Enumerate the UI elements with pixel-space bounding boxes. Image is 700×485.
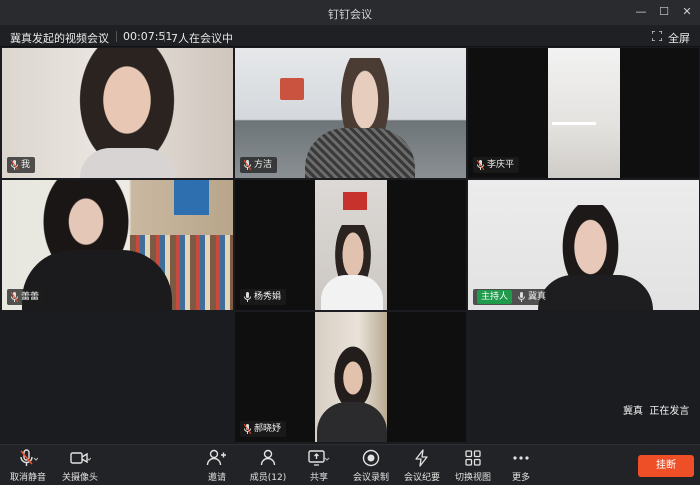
participant-name: 杨秀娟: [254, 292, 282, 302]
invite-button[interactable]: 邀请: [204, 449, 230, 483]
participant-count: 7人在会议中: [171, 32, 233, 45]
record-icon: [362, 449, 380, 467]
meeting-title[interactable]: 冀真发起的视频会议: [10, 30, 109, 46]
record-button[interactable]: 会议录制: [351, 449, 391, 483]
mic-muted-icon: [244, 160, 251, 170]
speaker-name: 冀真: [623, 406, 643, 417]
participant-video: [538, 275, 653, 310]
close-icon[interactable]: ✕: [678, 4, 696, 20]
meeting-info-bar: 冀真发起的视频会议 ⌄ 00:07:51 7人在会议中 全屏: [0, 25, 700, 47]
background-object: [343, 192, 367, 210]
host-badge: 主持人: [477, 290, 513, 304]
name-tag: 杨秀娟: [240, 289, 287, 305]
members-label: 成员(12): [249, 473, 287, 483]
meeting-toolbar: 取消静音 关摄像头 邀请 成员(12) 共享 会议录制 会议纪要 切换视图 更多…: [0, 444, 700, 485]
switch-view-label: 切换视图: [454, 473, 491, 483]
fullscreen-button[interactable]: 全屏: [668, 30, 690, 46]
participant-video: [548, 48, 620, 178]
participant-name: 李庆平: [487, 160, 515, 170]
switch-view-button[interactable]: 切换视图: [453, 449, 493, 483]
name-tag: 我: [7, 157, 36, 173]
participant-video: [305, 128, 415, 178]
mic-muted-icon: [477, 160, 484, 170]
participant-name: 冀真: [528, 292, 547, 302]
name-tag: 蕾蕾: [7, 289, 45, 305]
more-label: 更多: [511, 473, 530, 483]
window-title: 钉钉会议: [328, 8, 372, 21]
participant-video: [321, 275, 383, 310]
video-tile-leilei[interactable]: 蕾蕾: [2, 180, 233, 310]
video-tile-me[interactable]: 我: [2, 48, 233, 178]
video-tile-liqingping[interactable]: 李庆平: [468, 48, 699, 178]
speaking-indicator: 冀真 正在发言: [623, 402, 689, 417]
title-bar: 钉钉会议 — ☐ ✕: [0, 0, 700, 25]
camera-off-button[interactable]: 关摄像头: [58, 449, 102, 483]
participant-name: 方洁: [254, 160, 273, 170]
participant-name: 蕾蕾: [21, 292, 40, 302]
name-tag: 主持人 冀真: [473, 289, 552, 305]
mic-muted-icon: [20, 449, 38, 466]
name-tag: 郝晓妤: [240, 421, 287, 437]
background-object: [174, 180, 209, 215]
mic-icon: [518, 292, 526, 302]
divider: [116, 31, 117, 42]
minimize-icon[interactable]: —: [632, 4, 650, 20]
video-tile-yangxiujuan[interactable]: 杨秀娟: [235, 180, 466, 310]
unmute-button[interactable]: 取消静音: [8, 449, 48, 483]
grid-view-icon: [465, 450, 481, 466]
lightning-icon: [415, 449, 428, 467]
participant-name: 郝晓妤: [254, 424, 282, 434]
invite-label: 邀请: [207, 473, 226, 483]
background-object: [280, 78, 304, 100]
name-tag: 方洁: [240, 157, 278, 173]
fullscreen-icon[interactable]: [652, 31, 662, 41]
hangup-button[interactable]: 挂断: [638, 455, 694, 477]
mic-icon: [244, 292, 251, 302]
participant-name: 我: [21, 160, 31, 170]
video-tile-haoxiaoyu[interactable]: 郝晓妤: [235, 312, 466, 442]
share-label: 共享: [309, 473, 328, 483]
maximize-icon[interactable]: ☐: [655, 4, 673, 20]
record-label: 会议录制: [352, 473, 389, 483]
more-icon: [513, 456, 529, 460]
participant-video: [22, 250, 172, 310]
minutes-button[interactable]: 会议纪要: [402, 449, 442, 483]
mic-muted-icon: [11, 160, 18, 170]
chevron-down-icon[interactable]: ⌄: [98, 28, 106, 39]
members-icon: [260, 449, 276, 466]
speaker-status: 正在发言: [649, 406, 690, 417]
divider: [164, 31, 165, 42]
camera-off-label: 关摄像头: [61, 473, 98, 483]
mic-muted-icon: [244, 424, 251, 434]
minutes-label: 会议纪要: [403, 473, 440, 483]
background-object: [552, 122, 596, 125]
name-tag: 李庆平: [473, 157, 520, 173]
mic-muted-icon: [11, 292, 18, 302]
video-tile-jizhen[interactable]: 主持人 冀真: [468, 180, 699, 310]
share-button[interactable]: 共享: [305, 449, 333, 483]
screen-share-icon: [308, 450, 330, 466]
members-button[interactable]: 成员(12): [248, 449, 288, 483]
add-user-icon: [206, 449, 226, 466]
participant-video: [80, 148, 175, 178]
video-tile-fangjie[interactable]: 方洁: [235, 48, 466, 178]
camera-icon: [70, 452, 91, 464]
more-button[interactable]: 更多: [509, 449, 533, 483]
unmute-label: 取消静音: [9, 473, 46, 483]
